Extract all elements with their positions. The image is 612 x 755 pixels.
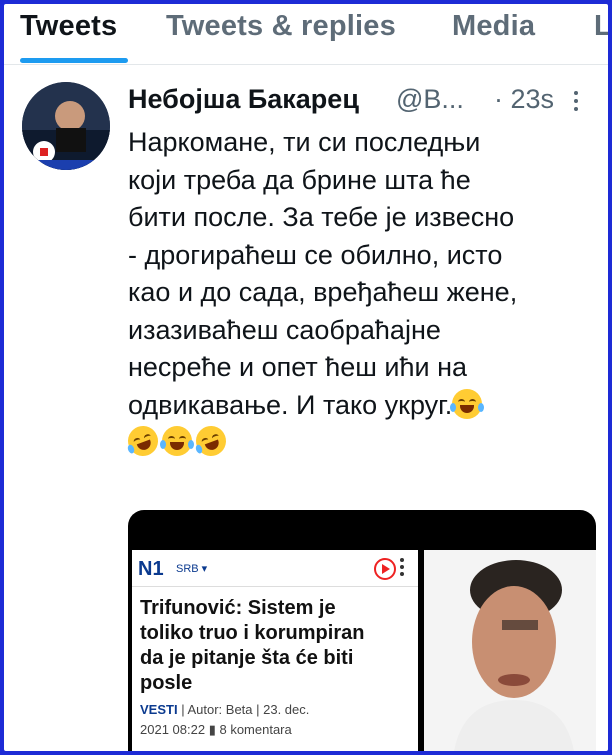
tweet-line: Наркомане, ти си последњи (128, 127, 481, 157)
tweet-line: који треба да брине шта ће (128, 164, 471, 195)
tears-of-joy-emoji-icon (450, 388, 485, 419)
person-photo (424, 550, 596, 751)
rofl-emoji-icon (191, 421, 231, 461)
tweet-screen: Tweets Tweets & replies Media L Небојша … (4, 4, 608, 751)
tab-tweets-and-replies[interactable]: Tweets & replies (166, 10, 396, 43)
tweet-text: Наркомане, ти си последњи који треба да … (123, 124, 598, 462)
tweet-line-text: одвикавање. И тако укруг. (128, 389, 453, 420)
menu-icon (400, 558, 404, 578)
tab-tweets[interactable]: Tweets (20, 10, 117, 43)
tweet-line: одвикавање. И тако укруг. (128, 387, 598, 425)
tweet-line: - дрогираћеш се обилно, исто (128, 239, 503, 270)
author-handle[interactable]: @B... (396, 84, 464, 115)
tab-likes[interactable]: L (594, 10, 608, 43)
region-label: SRB ▾ (176, 563, 208, 575)
article-meta: VESTI | Autor: Beta | 23. dec. (140, 702, 310, 717)
tweet-line: бити после. За тебе је извесно (128, 202, 515, 232)
divider (132, 586, 418, 587)
tweet-line: као и до сада, вређаћеш жене, (128, 277, 518, 307)
play-icon (374, 558, 396, 580)
avatar[interactable] (22, 82, 110, 170)
emoji-line (123, 421, 598, 462)
comment-icon: ▮ (208, 722, 216, 737)
news-screenshot: N1 SRB ▾ Trifunović: Sistem je toliko tr… (132, 550, 418, 751)
active-tab-indicator (20, 58, 128, 63)
article-date: 2021 08:22 ▮ 8 komentara (140, 722, 292, 737)
author-name[interactable]: Небојша Бакарец (128, 84, 359, 115)
article-headline: Trifunović: Sistem je toliko truo i koru… (140, 597, 365, 694)
tab-media[interactable]: Media (452, 10, 535, 43)
tweet-timestamp[interactable]: · 23s (494, 84, 554, 115)
more-options-icon[interactable] (570, 88, 582, 114)
rofl-emoji-icon (123, 421, 163, 461)
tears-of-joy-emoji-icon (160, 426, 194, 456)
tweet-media[interactable]: N1 SRB ▾ Trifunović: Sistem je toliko tr… (128, 510, 596, 751)
n1-logo: N1 (138, 558, 164, 580)
tweet-line: изазиваћеш саобраћајне (128, 314, 441, 345)
avatar-image (22, 82, 110, 170)
tweet-line: несреће и опет ћеш ићи на (128, 352, 468, 382)
profile-tabs: Tweets Tweets & replies Media L (4, 4, 608, 65)
